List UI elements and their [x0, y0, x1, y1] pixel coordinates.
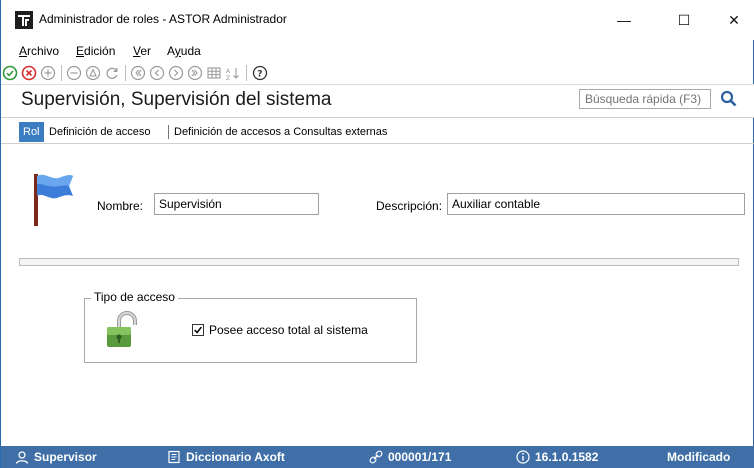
tab-strip: Rol Definición de acceso Definición de a… — [1, 120, 754, 144]
close-button[interactable]: ✕ — [711, 6, 754, 34]
record-header: Supervisión, Supervisión del sistema — [1, 84, 754, 118]
menu-edicion[interactable]: Edición — [76, 44, 115, 58]
app-logo-icon — [15, 11, 33, 29]
status-state-text: Modificado — [667, 450, 731, 464]
next-icon[interactable] — [167, 64, 185, 82]
descripcion-input[interactable] — [448, 194, 744, 214]
full-access-checkbox[interactable] — [192, 324, 204, 336]
status-code: 000001/171 — [369, 450, 451, 464]
quick-search-field[interactable] — [579, 89, 711, 109]
tab-definicion-acceso[interactable]: Definición de acceso — [45, 122, 155, 142]
grid-icon[interactable] — [205, 64, 223, 82]
lock-filter-icon[interactable] — [84, 64, 102, 82]
status-version: 16.1.0.1582 — [516, 450, 598, 464]
link-icon — [369, 450, 383, 464]
refresh-icon[interactable] — [103, 64, 121, 82]
menu-ver[interactable]: Ver — [133, 44, 151, 58]
status-dictionary: Diccionario Axoft — [167, 450, 285, 464]
accept-icon[interactable] — [1, 64, 19, 82]
search-icon[interactable] — [719, 89, 739, 109]
descripcion-field[interactable] — [447, 193, 745, 215]
title-bar: Administrador de roles - ASTOR Administr… — [1, 0, 754, 40]
flag-icon — [31, 170, 75, 228]
menu-archivo[interactable]: Archivo — [19, 44, 59, 58]
quick-search-input[interactable] — [580, 90, 710, 108]
svg-text:A: A — [226, 68, 231, 75]
svg-text:Z: Z — [226, 75, 230, 81]
user-icon — [15, 451, 29, 464]
remove-icon[interactable] — [65, 64, 83, 82]
window-title: Administrador de roles - ASTOR Administr… — [39, 12, 287, 26]
help-icon[interactable]: ? — [251, 64, 269, 82]
status-version-text: 16.1.0.1582 — [535, 450, 599, 464]
minimize-button[interactable]: — — [601, 6, 647, 34]
tab-rol[interactable]: Rol — [19, 122, 44, 142]
tab-consultas-externas[interactable]: Definición de accesos a Consultas extern… — [170, 122, 391, 142]
maximize-button[interactable]: ☐ — [661, 6, 707, 34]
add-icon[interactable] — [39, 64, 57, 82]
status-user: Supervisor — [15, 450, 97, 464]
app-window: Administrador de roles - ASTOR Administr… — [0, 0, 754, 468]
first-icon[interactable] — [129, 64, 147, 82]
previous-icon[interactable] — [148, 64, 166, 82]
toolbar-separator — [125, 65, 126, 81]
sort-icon[interactable]: AZ — [224, 64, 242, 82]
page-title: Supervisión, Supervisión del sistema — [21, 89, 332, 110]
svg-text:?: ? — [257, 70, 262, 80]
access-type-title: Tipo de acceso — [91, 290, 178, 304]
last-icon[interactable] — [186, 64, 204, 82]
nombre-field[interactable] — [154, 193, 319, 215]
toolbar-separator — [246, 65, 247, 81]
menu-bar: Archivo Edición Ver Ayuda — [1, 40, 754, 62]
info-icon — [516, 450, 530, 464]
divider-bar — [19, 258, 739, 266]
toolbar-separator — [61, 65, 62, 81]
unlocked-padlock-icon — [105, 311, 139, 349]
cancel-icon[interactable] — [20, 64, 38, 82]
status-state: Modificado — [667, 450, 730, 464]
status-dictionary-text: Diccionario Axoft — [186, 450, 285, 464]
status-user-text: Supervisor — [34, 450, 97, 464]
tab-separator — [168, 125, 169, 139]
descripcion-label: Descripción: — [376, 199, 443, 213]
nombre-label: Nombre: — [97, 199, 144, 213]
status-code-text: 000001/171 — [388, 450, 452, 464]
status-bar: Supervisor Diccionario Axoft 000001/171 … — [1, 446, 754, 468]
dictionary-icon — [168, 450, 180, 464]
menu-ayuda[interactable]: Ayuda — [167, 44, 201, 58]
nombre-input[interactable] — [155, 194, 318, 214]
toolbar: AZ ? — [1, 62, 754, 84]
full-access-label[interactable]: Posee acceso total al sistema — [209, 323, 368, 337]
